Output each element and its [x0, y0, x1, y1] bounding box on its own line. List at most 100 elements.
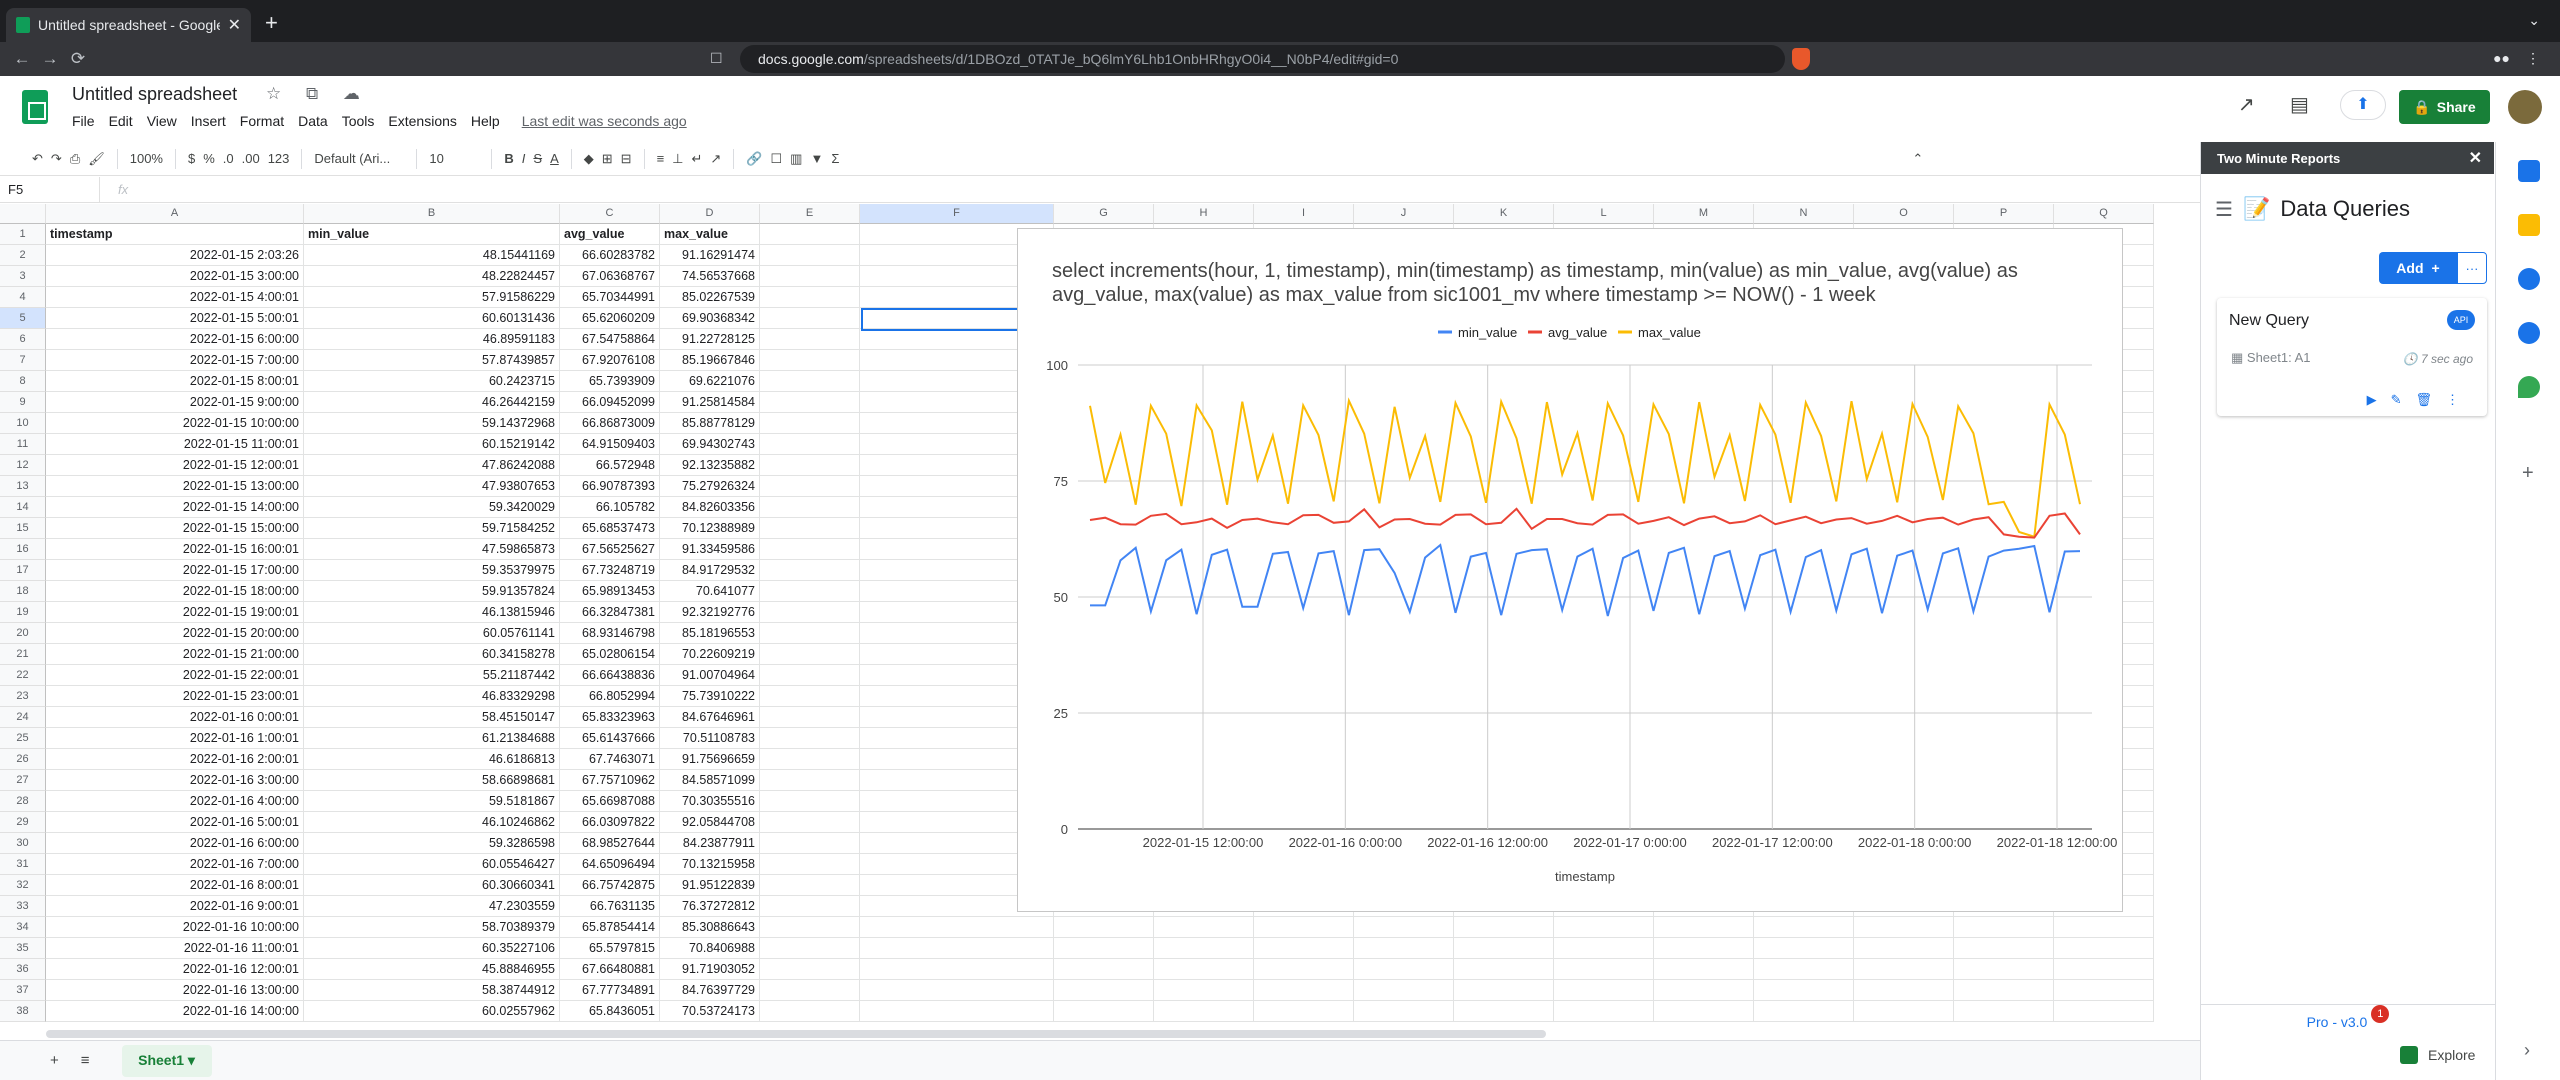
cell[interactable]: 48.22824457 — [304, 266, 560, 287]
bookmark-icon[interactable]: ☐ — [710, 50, 723, 67]
cell[interactable]: 59.3420029 — [304, 497, 560, 518]
last-edit-link[interactable]: Last edit was seconds ago — [522, 113, 687, 129]
functions-icon[interactable]: Σ — [831, 151, 839, 166]
add-query-button[interactable]: Add + — [2379, 252, 2457, 284]
forward-button[interactable]: → — [36, 49, 64, 69]
row-header[interactable]: 3 — [0, 266, 46, 287]
undo-icon[interactable]: ↶ — [32, 151, 43, 167]
cell[interactable]: 46.26442159 — [304, 392, 560, 413]
menu-format[interactable]: Format — [240, 113, 284, 129]
cell[interactable] — [760, 602, 860, 623]
cell[interactable] — [1254, 938, 1354, 959]
menu-view[interactable]: View — [147, 113, 177, 129]
font-select[interactable]: Default (Ari... — [314, 151, 404, 166]
cell[interactable] — [1354, 938, 1454, 959]
cell[interactable]: 65.8436051 — [560, 1001, 660, 1022]
cell[interactable] — [1254, 959, 1354, 980]
filter-icon[interactable]: ▼ — [810, 151, 823, 166]
cell[interactable] — [760, 266, 860, 287]
cell[interactable]: 46.13815946 — [304, 602, 560, 623]
sheet-tab-sheet1[interactable]: Sheet1 ▾ — [121, 1044, 212, 1077]
cell[interactable]: 85.18196553 — [660, 623, 760, 644]
cell[interactable]: 2022-01-15 13:00:00 — [46, 476, 304, 497]
row-header[interactable]: 2 — [0, 245, 46, 266]
cell[interactable] — [760, 413, 860, 434]
print-icon[interactable]: ⎙ — [70, 151, 80, 167]
header-cell[interactable]: timestamp — [46, 224, 304, 245]
cell[interactable] — [1954, 1001, 2054, 1022]
cell[interactable] — [760, 350, 860, 371]
menu-extensions[interactable]: Extensions — [388, 113, 456, 129]
borders-icon[interactable]: ⊞ — [602, 151, 613, 167]
cell[interactable]: 57.91586229 — [304, 287, 560, 308]
cell[interactable]: 59.35379975 — [304, 560, 560, 581]
column-header-o[interactable]: O — [1854, 204, 1954, 224]
cell[interactable] — [760, 392, 860, 413]
cell[interactable] — [760, 623, 860, 644]
cell[interactable]: 66.7631135 — [560, 896, 660, 917]
row-header[interactable]: 18 — [0, 581, 46, 602]
cell[interactable] — [1354, 1001, 1454, 1022]
cell[interactable]: 66.03097822 — [560, 812, 660, 833]
horizontal-scrollbar[interactable] — [46, 1030, 1546, 1038]
cell[interactable]: 47.86242088 — [304, 455, 560, 476]
cell[interactable]: 2022-01-16 5:00:01 — [46, 812, 304, 833]
cell[interactable] — [760, 644, 860, 665]
cell[interactable]: 2022-01-15 11:00:01 — [46, 434, 304, 455]
reload-button[interactable]: ⟳ — [64, 49, 92, 69]
explore-button[interactable]: Explore — [2400, 1046, 2475, 1064]
row-header[interactable]: 17 — [0, 560, 46, 581]
cell[interactable] — [1454, 1001, 1554, 1022]
cell[interactable] — [760, 224, 860, 245]
cell[interactable]: 65.68537473 — [560, 518, 660, 539]
column-header-j[interactable]: J — [1354, 204, 1454, 224]
cell[interactable]: 2022-01-15 6:00:00 — [46, 329, 304, 350]
cell[interactable]: 66.105782 — [560, 497, 660, 518]
cell[interactable]: 70.30355516 — [660, 791, 760, 812]
cell[interactable] — [1754, 1001, 1854, 1022]
row-header[interactable]: 9 — [0, 392, 46, 413]
browser-menu-icon[interactable]: ⋮ — [2526, 50, 2540, 67]
cell[interactable]: 65.02806154 — [560, 644, 660, 665]
cell[interactable] — [2054, 959, 2154, 980]
menu-tools[interactable]: Tools — [342, 113, 375, 129]
cell[interactable]: 48.15441169 — [304, 245, 560, 266]
cell[interactable]: 2022-01-15 10:00:00 — [46, 413, 304, 434]
cell[interactable]: 60.05546427 — [304, 854, 560, 875]
cell[interactable]: 65.83323963 — [560, 707, 660, 728]
cell[interactable] — [860, 938, 1054, 959]
cell[interactable]: 68.93146798 — [560, 623, 660, 644]
cell[interactable]: 59.14372968 — [304, 413, 560, 434]
cell[interactable]: 67.7463071 — [560, 749, 660, 770]
cell[interactable]: 84.82603356 — [660, 497, 760, 518]
cell[interactable] — [1854, 980, 1954, 1001]
cell[interactable]: 66.86873009 — [560, 413, 660, 434]
cell[interactable]: 70.53724173 — [660, 1001, 760, 1022]
add-sheet-button[interactable]: + — [50, 1052, 59, 1069]
header-cell[interactable]: avg_value — [560, 224, 660, 245]
cell[interactable]: 84.67646961 — [660, 707, 760, 728]
cell[interactable]: 2022-01-15 14:00:00 — [46, 497, 304, 518]
cell[interactable]: 65.61437666 — [560, 728, 660, 749]
cell[interactable] — [760, 728, 860, 749]
cell[interactable] — [1454, 938, 1554, 959]
row-header[interactable]: 35 — [0, 938, 46, 959]
cell[interactable]: 66.572948 — [560, 455, 660, 476]
row-header[interactable]: 11 — [0, 434, 46, 455]
cell[interactable]: 61.21384688 — [304, 728, 560, 749]
all-sheets-button[interactable]: ≡ — [81, 1052, 90, 1069]
cell[interactable]: 2022-01-16 3:00:00 — [46, 770, 304, 791]
select-all-corner[interactable] — [0, 204, 46, 224]
row-header[interactable]: 22 — [0, 665, 46, 686]
keep-icon[interactable] — [2518, 214, 2540, 236]
cell[interactable] — [1854, 1001, 1954, 1022]
row-header[interactable]: 30 — [0, 833, 46, 854]
fill-color-icon[interactable]: ◆ — [584, 151, 594, 167]
cell[interactable]: 47.93807653 — [304, 476, 560, 497]
cell[interactable] — [1554, 980, 1654, 1001]
cell[interactable] — [760, 245, 860, 266]
cell[interactable] — [760, 560, 860, 581]
new-tab-button[interactable]: + — [265, 10, 278, 36]
cell[interactable]: 57.87439857 — [304, 350, 560, 371]
column-header-m[interactable]: M — [1654, 204, 1754, 224]
